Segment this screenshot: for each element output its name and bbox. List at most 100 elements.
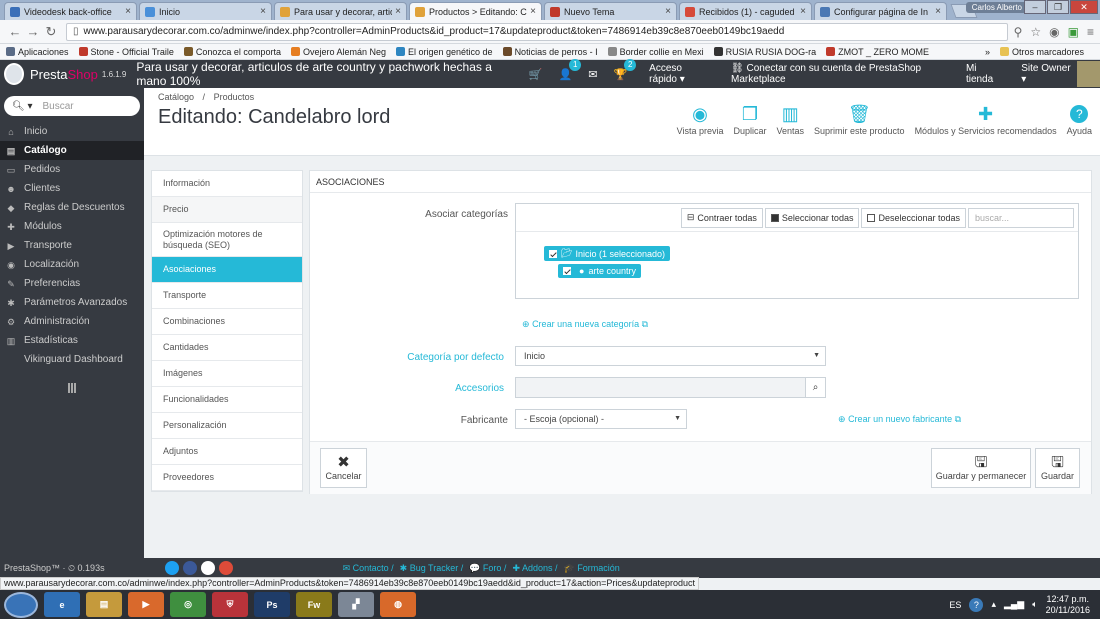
- tab-close-icon[interactable]: ×: [395, 6, 401, 17]
- avatar[interactable]: [1076, 61, 1100, 87]
- category-search-input[interactable]: buscar...: [968, 207, 1074, 228]
- taskbar-app[interactable]: ▞: [338, 592, 374, 617]
- product-tab[interactable]: Optimización motores de búsqueda (SEO): [152, 223, 302, 257]
- product-tab[interactable]: Proveedores: [152, 465, 302, 491]
- sidebar-item-modulos[interactable]: ✚ Módulos: [0, 217, 144, 236]
- language-indicator[interactable]: ES: [949, 600, 961, 610]
- tree-node-child[interactable]: ● arte country: [558, 264, 641, 278]
- taskbar-app[interactable]: ▤: [86, 592, 122, 617]
- back-icon[interactable]: ←: [6, 24, 24, 39]
- toolbar-vista-previa-button[interactable]: ◉ Vista previa: [677, 102, 724, 136]
- tab-close-icon[interactable]: ×: [125, 6, 131, 17]
- key-icon[interactable]: ⚲: [1014, 25, 1023, 39]
- toolbar-modulos-y-servicios-recomendados-button[interactable]: ✚ Módulos y Servicios recomendados: [915, 102, 1057, 136]
- browser-tab[interactable]: Productos > Editando: C ×: [409, 2, 542, 20]
- bookmark-item[interactable]: Aplicaciones: [6, 47, 69, 57]
- maximize-button[interactable]: ❐: [1047, 0, 1069, 14]
- search-icon[interactable]: ⌕: [805, 378, 825, 397]
- accessories-input[interactable]: ⌕: [515, 377, 826, 398]
- sidebar-item-clientes[interactable]: ☻ Clientes: [0, 179, 144, 198]
- default-category-select[interactable]: Inicio ▼: [515, 346, 826, 366]
- sidebar-item-pedidos[interactable]: ▭ Pedidos: [0, 160, 144, 179]
- minimize-button[interactable]: –: [1024, 0, 1046, 14]
- browser-tab[interactable]: Inicio ×: [139, 2, 272, 20]
- tab-close-icon[interactable]: ×: [260, 6, 266, 17]
- site-owner-menu[interactable]: Site Owner ▾: [1021, 63, 1071, 85]
- browser-tab[interactable]: Recibidos (1) - caguded ×: [679, 2, 812, 20]
- product-tab[interactable]: Personalización: [152, 413, 302, 439]
- github-icon[interactable]: [200, 561, 215, 575]
- connect-marketplace-link[interactable]: ⛓ Conectar con su cuenta de PrestaShop M…: [731, 63, 946, 85]
- cancel-button[interactable]: ✖ Cancelar: [320, 448, 367, 488]
- sidebar-item-transporte[interactable]: ▶ Transporte: [0, 236, 144, 255]
- toolbar-ayuda-button[interactable]: ? Ayuda: [1067, 102, 1092, 136]
- taskbar-app[interactable]: ⛨: [212, 592, 248, 617]
- browser-tab[interactable]: Videodesk back-office ×: [4, 2, 137, 20]
- extension-icon[interactable]: ◉: [1049, 25, 1059, 39]
- product-tab[interactable]: Cantidades: [152, 335, 302, 361]
- toolbar-suprimir-este-producto-button[interactable]: 🗑 Suprimir este producto: [814, 102, 905, 136]
- toolbar-duplicar-button[interactable]: ❐ Duplicar: [733, 102, 766, 136]
- sidebar-item-localizacion[interactable]: ◉ Localización: [0, 255, 144, 274]
- toolbar-ventas-button[interactable]: ▥ Ventas: [776, 102, 804, 136]
- product-tab[interactable]: Precio: [152, 197, 302, 223]
- bookmark-item[interactable]: Stone - Official Traile: [78, 47, 174, 57]
- footer-link[interactable]: 💬 Foro /: [469, 563, 506, 574]
- google-plus-icon[interactable]: [218, 561, 233, 575]
- tree-node-root[interactable]: 📂︎ Inicio (1 seleccionado): [544, 246, 670, 261]
- clock[interactable]: 12:47 p.m. 20/11/2016: [1046, 594, 1090, 616]
- sidebar-item-catalogo[interactable]: ▤ Catálogo: [0, 141, 144, 160]
- breadcrumb-products[interactable]: Productos: [214, 92, 255, 102]
- footer-link[interactable]: ✱ Bug Tracker /: [400, 563, 464, 574]
- sidebar-toggle-icon[interactable]: [68, 383, 76, 393]
- tab-close-icon[interactable]: ×: [530, 6, 536, 17]
- taskbar-app[interactable]: ▶: [128, 592, 164, 617]
- reload-icon[interactable]: ↻: [42, 24, 60, 40]
- bookmark-item[interactable]: ZMOT _ ZERO MOME: [826, 47, 929, 57]
- sidebar-item-estadisticas[interactable]: ▥ Estadísticas: [0, 331, 144, 350]
- taskbar-app[interactable]: e: [44, 592, 80, 617]
- menu-icon[interactable]: ≡: [1087, 25, 1094, 39]
- save-button[interactable]: 🖫 Guardar: [1035, 448, 1080, 488]
- footer-link[interactable]: ✉ Contacto /: [343, 563, 394, 574]
- sidebar-item-vikinguard-dashboard[interactable]: Vikinguard Dashboard: [0, 350, 144, 369]
- tab-close-icon[interactable]: ×: [935, 6, 941, 17]
- twitter-icon[interactable]: [164, 561, 179, 575]
- footer-link[interactable]: 🎓 Formación: [564, 563, 620, 574]
- messages-icon[interactable]: ✉: [588, 68, 597, 81]
- product-tab[interactable]: Información: [152, 171, 302, 197]
- store-title[interactable]: Para usar y decorar, articulos de arte c…: [136, 60, 510, 88]
- new-category-link[interactable]: ⊕ Crear una nueva categoría ⧉: [522, 319, 648, 330]
- bookmarks-more[interactable]: »: [985, 47, 990, 57]
- start-button[interactable]: [4, 591, 38, 618]
- checkbox-checked-icon[interactable]: [549, 249, 557, 258]
- select-all-button[interactable]: Seleccionar todas: [764, 207, 860, 228]
- forward-icon[interactable]: →: [24, 24, 42, 39]
- my-shop-link[interactable]: Mi tienda: [966, 63, 1001, 85]
- product-tab[interactable]: Asociaciones: [152, 257, 302, 283]
- sidebar-item-parametros-avanzados[interactable]: ✱ Parámetros Avanzados: [0, 293, 144, 312]
- sidebar-item-preferencias[interactable]: ✎ Preferencias: [0, 274, 144, 293]
- collapse-all-button[interactable]: ⊟ Contraer todas: [680, 207, 763, 228]
- help-icon[interactable]: ?: [969, 597, 984, 612]
- browser-tab[interactable]: Nuevo Tema ×: [544, 2, 677, 20]
- bookmark-item[interactable]: Border collie en Mexi: [607, 47, 704, 57]
- bookmark-item[interactable]: El origen genético de: [396, 47, 493, 57]
- taskbar-app[interactable]: ◎: [170, 592, 206, 617]
- product-tab[interactable]: Imágenes: [152, 361, 302, 387]
- cart-icon[interactable]: 🛒: [529, 68, 543, 81]
- sidebar-item-reglas-de-descuentos[interactable]: ◆ Reglas de Descuentos: [0, 198, 144, 217]
- product-tab[interactable]: Funcionalidades: [152, 387, 302, 413]
- checkbox-checked-icon[interactable]: [563, 267, 571, 275]
- deselect-all-button[interactable]: Deseleccionar todas: [861, 207, 966, 228]
- other-bookmarks[interactable]: Otros marcadores: [999, 47, 1084, 57]
- star-icon[interactable]: ☆: [1030, 25, 1041, 39]
- save-and-stay-button[interactable]: 🖫 Guardar y permanecer: [931, 448, 1031, 488]
- bookmark-item[interactable]: Conozca el comporta: [183, 47, 281, 57]
- tab-close-icon[interactable]: ×: [800, 6, 806, 17]
- product-tab[interactable]: Adjuntos: [152, 439, 302, 465]
- bookmark-item[interactable]: Noticias de perros - I: [502, 47, 598, 57]
- prestashop-logo[interactable]: [4, 63, 24, 85]
- facebook-icon[interactable]: [182, 561, 197, 575]
- product-tab[interactable]: Transporte: [152, 283, 302, 309]
